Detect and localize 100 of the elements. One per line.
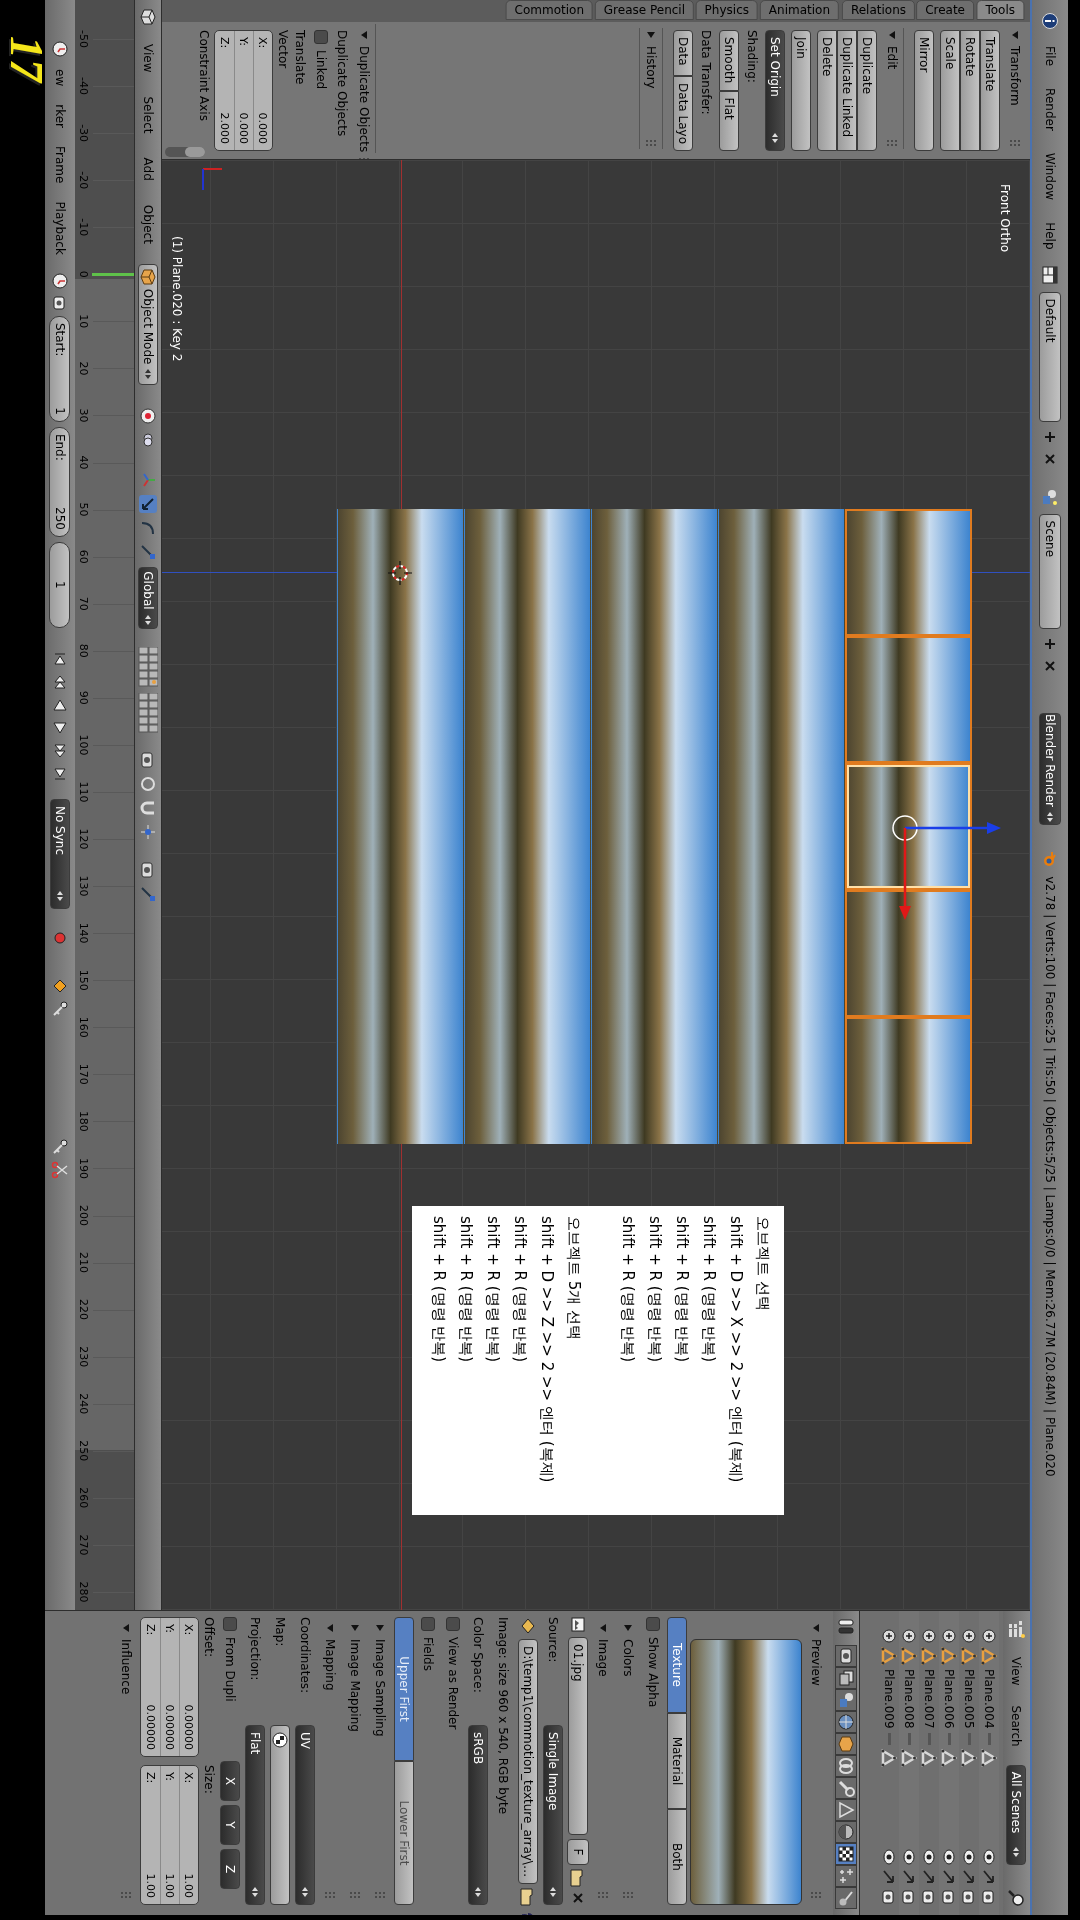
camera-icon[interactable] <box>902 1889 916 1905</box>
mesh-triangle-icon[interactable] <box>881 1647 897 1665</box>
panel-tab[interactable]: Create <box>916 0 975 20</box>
cube-icon[interactable] <box>139 8 157 26</box>
panel-header[interactable]: Transform <box>1004 24 1024 153</box>
disclosure-triangle-icon[interactable] <box>811 1623 821 1633</box>
panel-header[interactable]: History <box>640 24 662 153</box>
disclosure-triangle-icon[interactable] <box>359 30 369 40</box>
mesh-triangle-icon[interactable] <box>981 1647 997 1665</box>
mesh-triangle-icon[interactable] <box>901 1749 917 1767</box>
folder-icon[interactable] <box>570 1869 586 1887</box>
tool-button[interactable]: Rotate <box>960 30 980 151</box>
size-vector-field[interactable]: X: 1.00 Y: 1.00 Z: 1.00 <box>140 1765 199 1905</box>
proportional-edit-icon[interactable] <box>139 775 157 794</box>
context-tab[interactable] <box>835 1843 857 1865</box>
close-icon[interactable] <box>1043 451 1057 466</box>
context-tab[interactable] <box>835 1799 857 1821</box>
shading-ball-icon[interactable] <box>139 407 157 426</box>
checkbox[interactable] <box>421 1617 435 1631</box>
checker-ball-icon[interactable] <box>272 1732 288 1748</box>
filter-dropdown[interactable]: All Scenes <box>1006 1764 1027 1865</box>
mesh-triangle-icon[interactable] <box>941 1647 957 1665</box>
axis-dropdown[interactable]: X <box>220 1761 240 1801</box>
checkbox[interactable] <box>646 1617 660 1631</box>
map-field[interactable] <box>270 1725 290 1905</box>
context-tab[interactable] <box>835 1645 857 1667</box>
eye-icon[interactable] <box>962 1849 976 1865</box>
coordinates-dropdown[interactable]: UV <box>295 1725 315 1905</box>
preview-tab[interactable]: Both <box>667 1809 687 1905</box>
tool-button[interactable]: Scale <box>940 30 960 151</box>
properties-editor-icon[interactable] <box>837 1617 855 1637</box>
expand-plus-icon[interactable] <box>922 1629 936 1643</box>
outliner-row[interactable]: Plane.005 <box>959 1611 979 1915</box>
menu-item[interactable]: ew <box>52 69 67 87</box>
vector-field[interactable]: X: 0.000 Y: 0.000 Z: 2.000 <box>214 30 273 151</box>
tool-button[interactable]: Flat <box>719 90 739 151</box>
mesh-triangle-icon[interactable] <box>901 1647 917 1665</box>
close-icon[interactable] <box>571 1891 585 1905</box>
axis-dropdown[interactable]: Z <box>220 1849 240 1889</box>
orientation-dropdown[interactable]: Global <box>138 567 158 630</box>
eye-icon[interactable] <box>982 1849 996 1865</box>
disclosure-triangle-icon[interactable] <box>887 30 897 40</box>
eye-icon[interactable] <box>882 1849 896 1865</box>
magnet-icon[interactable] <box>139 799 157 818</box>
eye-icon[interactable] <box>922 1849 936 1865</box>
3d-viewport[interactable] <box>162 160 1030 1610</box>
menu-button[interactable]: Set Origin <box>765 30 785 151</box>
color-space-dropdown[interactable]: sRGB <box>468 1725 488 1905</box>
mode-dropdown[interactable]: Object Mode <box>138 263 158 386</box>
expand-plus-icon[interactable] <box>902 1629 916 1643</box>
clock-icon[interactable] <box>50 271 69 290</box>
expand-plus-icon[interactable] <box>942 1629 956 1643</box>
layers-grid-icon[interactable] <box>138 647 158 688</box>
eye-icon[interactable] <box>902 1849 916 1865</box>
panel-header[interactable]: Image Sampling <box>369 1617 391 1905</box>
panel-header[interactable]: Image <box>592 1617 614 1905</box>
tool-button[interactable]: Data <box>673 30 693 77</box>
panel-tab[interactable]: Physics <box>695 0 759 20</box>
tool-button[interactable]: Join <box>791 30 811 151</box>
menu-item[interactable]: View <box>1009 1657 1024 1686</box>
preview-tab[interactable]: Material <box>667 1713 687 1809</box>
source-dropdown[interactable]: Single Image <box>543 1725 563 1905</box>
panel-header[interactable]: Colors <box>617 1617 639 1905</box>
tool-button[interactable]: Mirror <box>914 30 934 151</box>
offset-vector-field[interactable]: X: 0.00000 Y: 0.00000 Z: 0.00000 <box>140 1617 199 1757</box>
layers-grid-icon[interactable] <box>138 693 158 734</box>
camera-icon[interactable] <box>52 294 67 311</box>
outliner-row[interactable]: Plane.004 <box>979 1611 999 1915</box>
scene-dropdown[interactable]: Scene <box>1039 513 1061 629</box>
tool-button[interactable]: Duplicate Linked <box>837 30 857 151</box>
panel-tab[interactable]: Animation <box>760 0 840 20</box>
menu-item[interactable]: Add <box>141 157 155 181</box>
panel-header[interactable]: Preview <box>805 1617 827 1905</box>
3d-cursor-icon[interactable] <box>388 561 412 585</box>
folder-icon[interactable] <box>520 1887 536 1906</box>
outliner-list-icon[interactable] <box>1007 1619 1026 1639</box>
scene-icon[interactable] <box>1042 487 1058 506</box>
tool-button[interactable]: Duplicate <box>857 30 877 151</box>
field-order-option[interactable]: Upper First <box>394 1617 414 1761</box>
context-tab[interactable] <box>835 1667 857 1689</box>
outliner-row[interactable]: Plane.009 <box>879 1611 899 1915</box>
outliner-row[interactable]: Plane.008 <box>899 1611 919 1915</box>
menu-item[interactable]: Help <box>1043 222 1057 250</box>
camera-icon[interactable] <box>962 1889 976 1905</box>
menu-item[interactable]: Search <box>1009 1705 1024 1747</box>
field-order-option[interactable]: Lower First <box>394 1761 414 1905</box>
disclosure-triangle-icon[interactable] <box>350 1623 360 1633</box>
filepath-field[interactable]: D:\temp1\commotion_texture_array\… <box>518 1639 538 1884</box>
context-tab[interactable] <box>835 1755 857 1777</box>
end-frame-field[interactable]: End: 250 <box>49 426 71 537</box>
tool-button[interactable]: Data Layo <box>673 76 693 151</box>
close-icon[interactable] <box>1043 658 1057 673</box>
camera-icon[interactable] <box>882 1889 896 1905</box>
image-name-field[interactable]: 01.jpg <box>568 1637 588 1835</box>
scrollbar[interactable] <box>165 147 205 157</box>
panel-header[interactable]: Edit <box>881 24 903 153</box>
plus-icon[interactable] <box>1043 429 1057 444</box>
menu-item[interactable]: Object <box>141 204 155 244</box>
context-tab[interactable] <box>835 1887 857 1909</box>
preview-tab[interactable]: Texture <box>667 1617 687 1713</box>
